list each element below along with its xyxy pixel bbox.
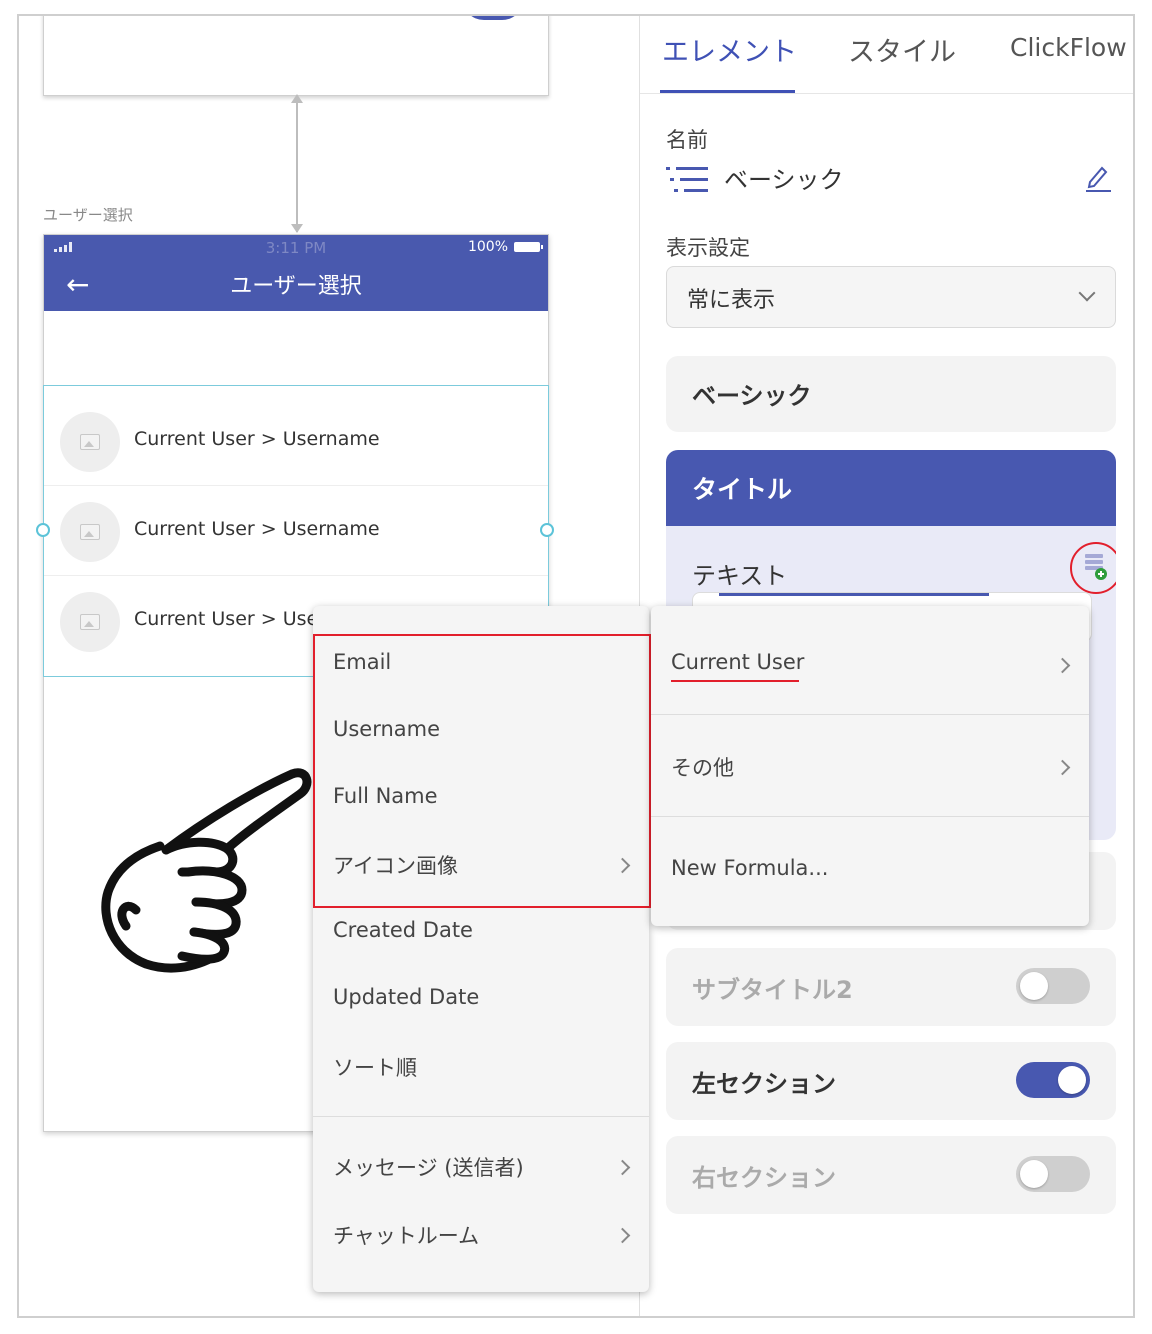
current-user-underline: [671, 680, 799, 682]
list-type-icon: [666, 167, 708, 192]
battery-percent: 100%: [467, 239, 508, 255]
menu-item-messages-sender[interactable]: メッセージ (送信者): [333, 1152, 524, 1182]
menu-divider: [651, 714, 1089, 715]
right-section-toggle[interactable]: [1016, 1156, 1090, 1192]
pointing-hand-icon: [101, 768, 312, 973]
left-section-toggle[interactable]: [1016, 1062, 1090, 1098]
battery-icon: [514, 242, 543, 252]
status-battery: 100%: [467, 239, 543, 255]
title-section-label: タイトル: [692, 475, 793, 504]
nav-row: ← ユーザー選択: [44, 267, 548, 307]
tab-clickflow[interactable]: ClickFlow: [1010, 33, 1127, 62]
list-item[interactable]: Current User > Username: [44, 396, 548, 486]
screen-caption: ユーザー選択: [43, 206, 133, 224]
subtitle2-label: サブタイトル2: [692, 976, 853, 1004]
resize-handle-right[interactable]: [540, 523, 554, 537]
chevron-right-icon: [614, 1159, 631, 1176]
image-placeholder-icon: [80, 524, 100, 540]
list-item[interactable]: Current User > Username: [44, 486, 548, 576]
avatar: [60, 502, 120, 562]
name-value: ベーシック: [724, 166, 844, 194]
screen-connector: [296, 102, 298, 232]
add-data-icon[interactable]: [1085, 554, 1107, 580]
tab-element[interactable]: エレメント: [662, 30, 797, 69]
image-placeholder-icon: [80, 434, 100, 450]
text-field-label: テキスト: [692, 562, 788, 590]
right-section-label: 右セクション: [692, 1164, 836, 1192]
add-data-highlight: [1070, 542, 1116, 594]
nav-title: ユーザー選択: [230, 274, 362, 299]
avatar: [60, 412, 120, 472]
status-bar: 3:11 PM 100%: [44, 235, 548, 263]
menu-item-other[interactable]: その他: [671, 752, 734, 782]
input-focus-bar: [719, 593, 989, 596]
avatar: [60, 592, 120, 652]
menu-item-updated-date[interactable]: Updated Date: [333, 985, 479, 1009]
field-menu: Email Username Full Name アイコン画像 Created …: [313, 606, 651, 1292]
app-frame: ユーザー選択 3:11 PM 100% ← ユーザー選択 Current Use…: [17, 14, 1135, 1318]
display-setting-value: 常に表示: [687, 288, 776, 313]
panel-tabs: エレメント スタイル ClickFlow: [640, 16, 1133, 94]
resize-handle-left[interactable]: [36, 523, 50, 537]
basic-section-label: ベーシック: [692, 382, 812, 410]
left-section-card: 左セクション: [666, 1042, 1116, 1120]
chevron-right-icon: [1054, 759, 1071, 776]
chevron-right-icon: [614, 1227, 631, 1244]
active-tab-indicator: [660, 90, 795, 93]
fields-highlight-box: [313, 634, 651, 908]
name-label: 名前: [666, 128, 708, 152]
image-placeholder-icon: [80, 614, 100, 630]
chevron-right-icon: [1054, 657, 1071, 674]
fab-button[interactable]: [462, 16, 524, 20]
display-setting-label: 表示設定: [666, 236, 750, 260]
list-item-text: Current User > Username: [134, 518, 380, 540]
menu-divider: [651, 816, 1089, 817]
menu-divider: [313, 1116, 649, 1117]
left-section-label: 左セクション: [692, 1070, 836, 1098]
basic-section-card[interactable]: ベーシック: [666, 356, 1116, 432]
menu-item-new-formula[interactable]: New Formula...: [671, 856, 828, 880]
subtitle2-toggle[interactable]: [1016, 968, 1090, 1004]
source-menu: Current User その他 New Formula...: [651, 606, 1089, 926]
app-bar: 3:11 PM 100% ← ユーザー選択: [44, 235, 548, 311]
display-setting-select[interactable]: 常に表示: [666, 266, 1116, 328]
subtitle2-card: サブタイトル2: [666, 948, 1116, 1026]
menu-item-chat-room[interactable]: チャットルーム: [333, 1220, 479, 1250]
title-section-header[interactable]: タイトル: [666, 450, 1116, 526]
list-item-text: Current User > Username: [134, 428, 380, 450]
edit-pencil-icon[interactable]: [1084, 162, 1112, 192]
connector-arrow-down-icon: [291, 224, 303, 233]
right-section-card: 右セクション: [666, 1136, 1116, 1214]
menu-item-created-date[interactable]: Created Date: [333, 918, 473, 942]
menu-item-sort-order[interactable]: ソート順: [333, 1052, 417, 1082]
menu-item-current-user[interactable]: Current User: [671, 650, 804, 674]
previous-screen[interactable]: [43, 16, 549, 96]
chevron-down-icon: [1078, 284, 1096, 302]
tab-style[interactable]: スタイル: [848, 30, 956, 69]
